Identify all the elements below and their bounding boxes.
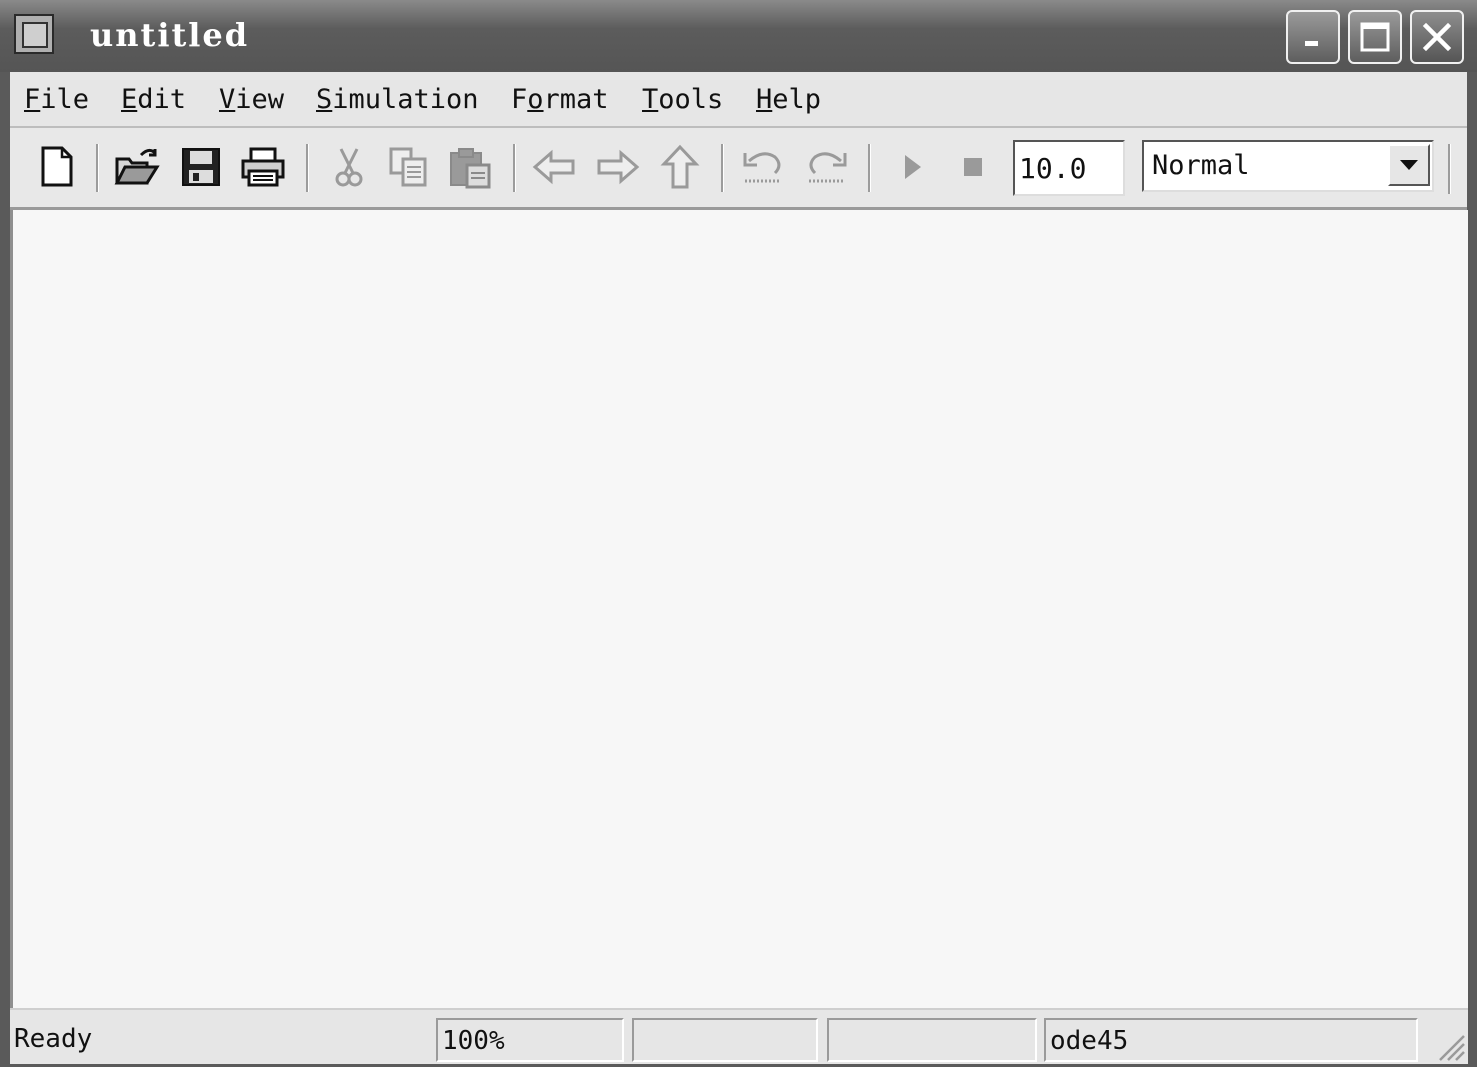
close-icon: [1422, 22, 1452, 52]
toolbar: 10.0 Normal: [10, 128, 1467, 210]
new-model-button[interactable]: [32, 142, 82, 192]
open-button[interactable]: [112, 142, 162, 192]
redo-button[interactable]: [802, 142, 852, 192]
paste-icon: [450, 148, 491, 189]
cut-icon: [335, 148, 363, 187]
toolbar-separator: [868, 144, 871, 192]
close-button[interactable]: [1410, 10, 1464, 64]
menu-view[interactable]: View: [219, 84, 284, 115]
toolbar-separator: [1448, 144, 1451, 194]
forward-arrow-icon: [597, 149, 640, 185]
save-disk-icon: [182, 148, 220, 186]
dropdown-button[interactable]: [1388, 144, 1430, 186]
status-cell-empty: [827, 1018, 1037, 1062]
menu-simulation[interactable]: Simulation: [316, 84, 479, 115]
toolbar-separator: [96, 144, 99, 192]
model-canvas[interactable]: [10, 210, 1468, 1008]
app-icon[interactable]: [14, 14, 54, 54]
simulink-window: untitled File Edit View Simulation Forma…: [0, 0, 1477, 1067]
back-button[interactable]: [530, 142, 580, 192]
menu-help[interactable]: Help: [756, 84, 821, 115]
status-bar: Ready 100% ode45: [10, 1008, 1468, 1064]
minimize-button[interactable]: [1286, 10, 1340, 64]
cut-button[interactable]: [324, 142, 374, 192]
window-title: untitled: [90, 16, 250, 54]
redo-icon: [809, 152, 847, 183]
up-arrow-icon: [660, 144, 700, 189]
menu-edit[interactable]: Edit: [121, 84, 186, 115]
toolbar-separator: [306, 144, 309, 192]
stop-simulation-button[interactable]: [948, 142, 998, 192]
open-folder-icon: [114, 148, 160, 185]
toolbar-separator: [721, 144, 724, 192]
resize-grip-icon[interactable]: [1432, 1028, 1466, 1062]
undo-button[interactable]: [738, 142, 788, 192]
stop-time-input[interactable]: 10.0: [1013, 140, 1125, 196]
maximize-icon: [1360, 22, 1390, 52]
minimize-icon: [1305, 41, 1318, 46]
solver-name: ode45: [1044, 1018, 1418, 1062]
menu-tools[interactable]: Tools: [642, 84, 723, 115]
title-bar[interactable]: untitled: [0, 0, 1477, 72]
menu-bar: File Edit View Simulation Format Tools H…: [10, 72, 1467, 128]
copy-icon: [389, 147, 427, 187]
toolbar-separator: [513, 144, 516, 192]
printer-icon: [241, 147, 285, 187]
stop-icon: [964, 158, 982, 176]
back-arrow-icon: [532, 149, 575, 185]
maximize-button[interactable]: [1348, 10, 1402, 64]
simulation-mode-select[interactable]: Normal: [1142, 140, 1434, 192]
menu-file[interactable]: File: [24, 84, 89, 115]
chevron-down-icon: [1400, 160, 1418, 170]
forward-button[interactable]: [592, 142, 642, 192]
print-button[interactable]: [238, 142, 288, 192]
zoom-level: 100%: [436, 1018, 624, 1062]
start-simulation-button[interactable]: [886, 142, 936, 192]
undo-icon: [743, 152, 781, 183]
menu-format[interactable]: Format: [511, 84, 609, 115]
copy-button[interactable]: [384, 142, 434, 192]
status-text: Ready: [14, 1024, 93, 1054]
up-button[interactable]: [655, 142, 705, 192]
save-button[interactable]: [176, 142, 226, 192]
simulation-mode-value: Normal: [1152, 150, 1250, 181]
status-cell-empty: [632, 1018, 818, 1062]
new-model-icon: [41, 146, 73, 187]
paste-button[interactable]: [446, 142, 496, 192]
play-icon: [905, 155, 921, 179]
